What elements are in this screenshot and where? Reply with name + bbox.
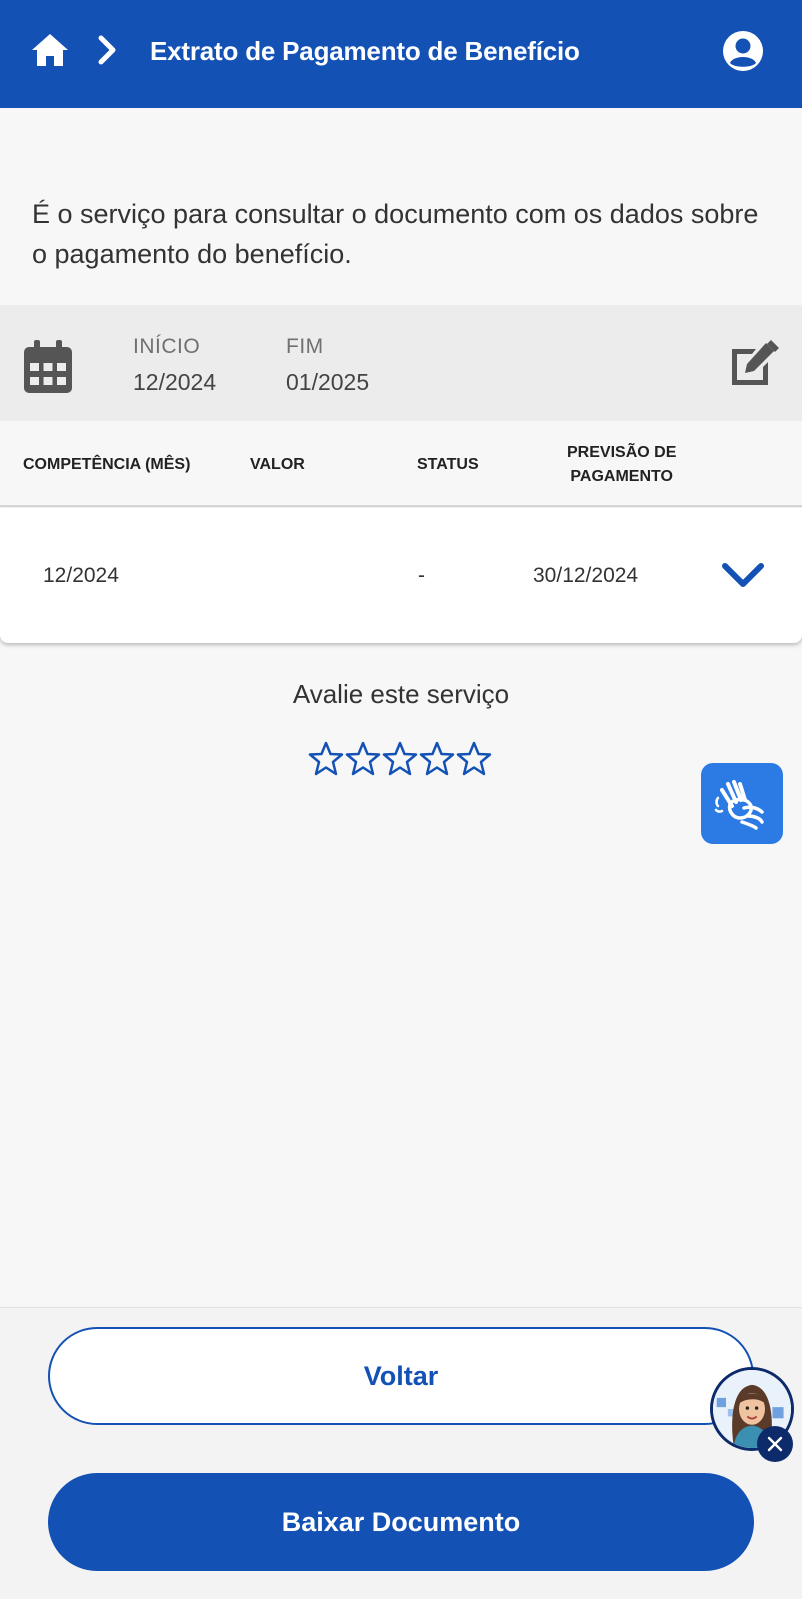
back-button[interactable]: Voltar bbox=[48, 1327, 754, 1425]
row-previsao: 30/12/2024 bbox=[533, 564, 639, 587]
star-icon-2[interactable] bbox=[345, 741, 381, 777]
table-header: COMPETÊNCIA (MÊS) VALOR STATUS PREVISÃO … bbox=[0, 421, 802, 507]
row-status: - bbox=[418, 564, 425, 587]
rating-stars bbox=[308, 741, 492, 781]
service-description: É o serviço para consultar o documento c… bbox=[32, 199, 759, 269]
period-filter: INÍCIO 12/2024 FIM 01/2025 bbox=[0, 305, 802, 421]
edit-icon[interactable] bbox=[728, 339, 780, 389]
period-end: FIM 01/2025 bbox=[286, 335, 369, 396]
close-icon[interactable] bbox=[757, 1426, 793, 1462]
sign-language-icon bbox=[714, 779, 764, 830]
star-icon-5[interactable] bbox=[456, 741, 492, 777]
star-icon-1[interactable] bbox=[308, 741, 344, 777]
period-end-value: 01/2025 bbox=[286, 369, 370, 395]
column-status: STATUS bbox=[417, 456, 479, 473]
period-end-label: FIM bbox=[286, 335, 324, 358]
column-previsao-line1: PREVISÃO DE bbox=[567, 444, 677, 461]
column-competencia: COMPETÊNCIA (MÊS) bbox=[23, 456, 191, 473]
page-title: Extrato de Pagamento de Benefício bbox=[150, 36, 580, 66]
period-start-value: 12/2024 bbox=[133, 369, 217, 395]
rating-title: Avalie este serviço bbox=[292, 679, 510, 709]
star-icon-3[interactable] bbox=[382, 741, 418, 777]
column-previsao: PREVISÃO DE PAGAMENTO bbox=[567, 441, 676, 489]
table-row[interactable]: 12/2024 - 30/12/2024 bbox=[0, 508, 802, 643]
column-valor: VALOR bbox=[250, 456, 305, 473]
chevron-down-icon[interactable] bbox=[720, 560, 766, 590]
calendar-icon bbox=[22, 339, 74, 395]
user-account-icon[interactable] bbox=[722, 30, 764, 72]
sign-language-button[interactable] bbox=[701, 763, 783, 844]
home-icon[interactable] bbox=[30, 32, 70, 68]
star-icon-4[interactable] bbox=[419, 741, 455, 777]
download-document-button[interactable]: Baixar Documento bbox=[48, 1473, 754, 1571]
app-header: Extrato de Pagamento de Benefício bbox=[0, 0, 802, 108]
chevron-right-icon bbox=[96, 34, 120, 66]
page: Extrato de Pagamento de Benefício É o se… bbox=[0, 0, 802, 1599]
period-start: INÍCIO 12/2024 bbox=[133, 335, 216, 396]
row-competencia: 12/2024 bbox=[43, 564, 119, 587]
bottom-actions: Voltar Baixar Documento bbox=[0, 1307, 802, 1599]
column-previsao-line2: PAGAMENTO bbox=[570, 468, 673, 485]
period-start-label: INÍCIO bbox=[133, 335, 201, 358]
